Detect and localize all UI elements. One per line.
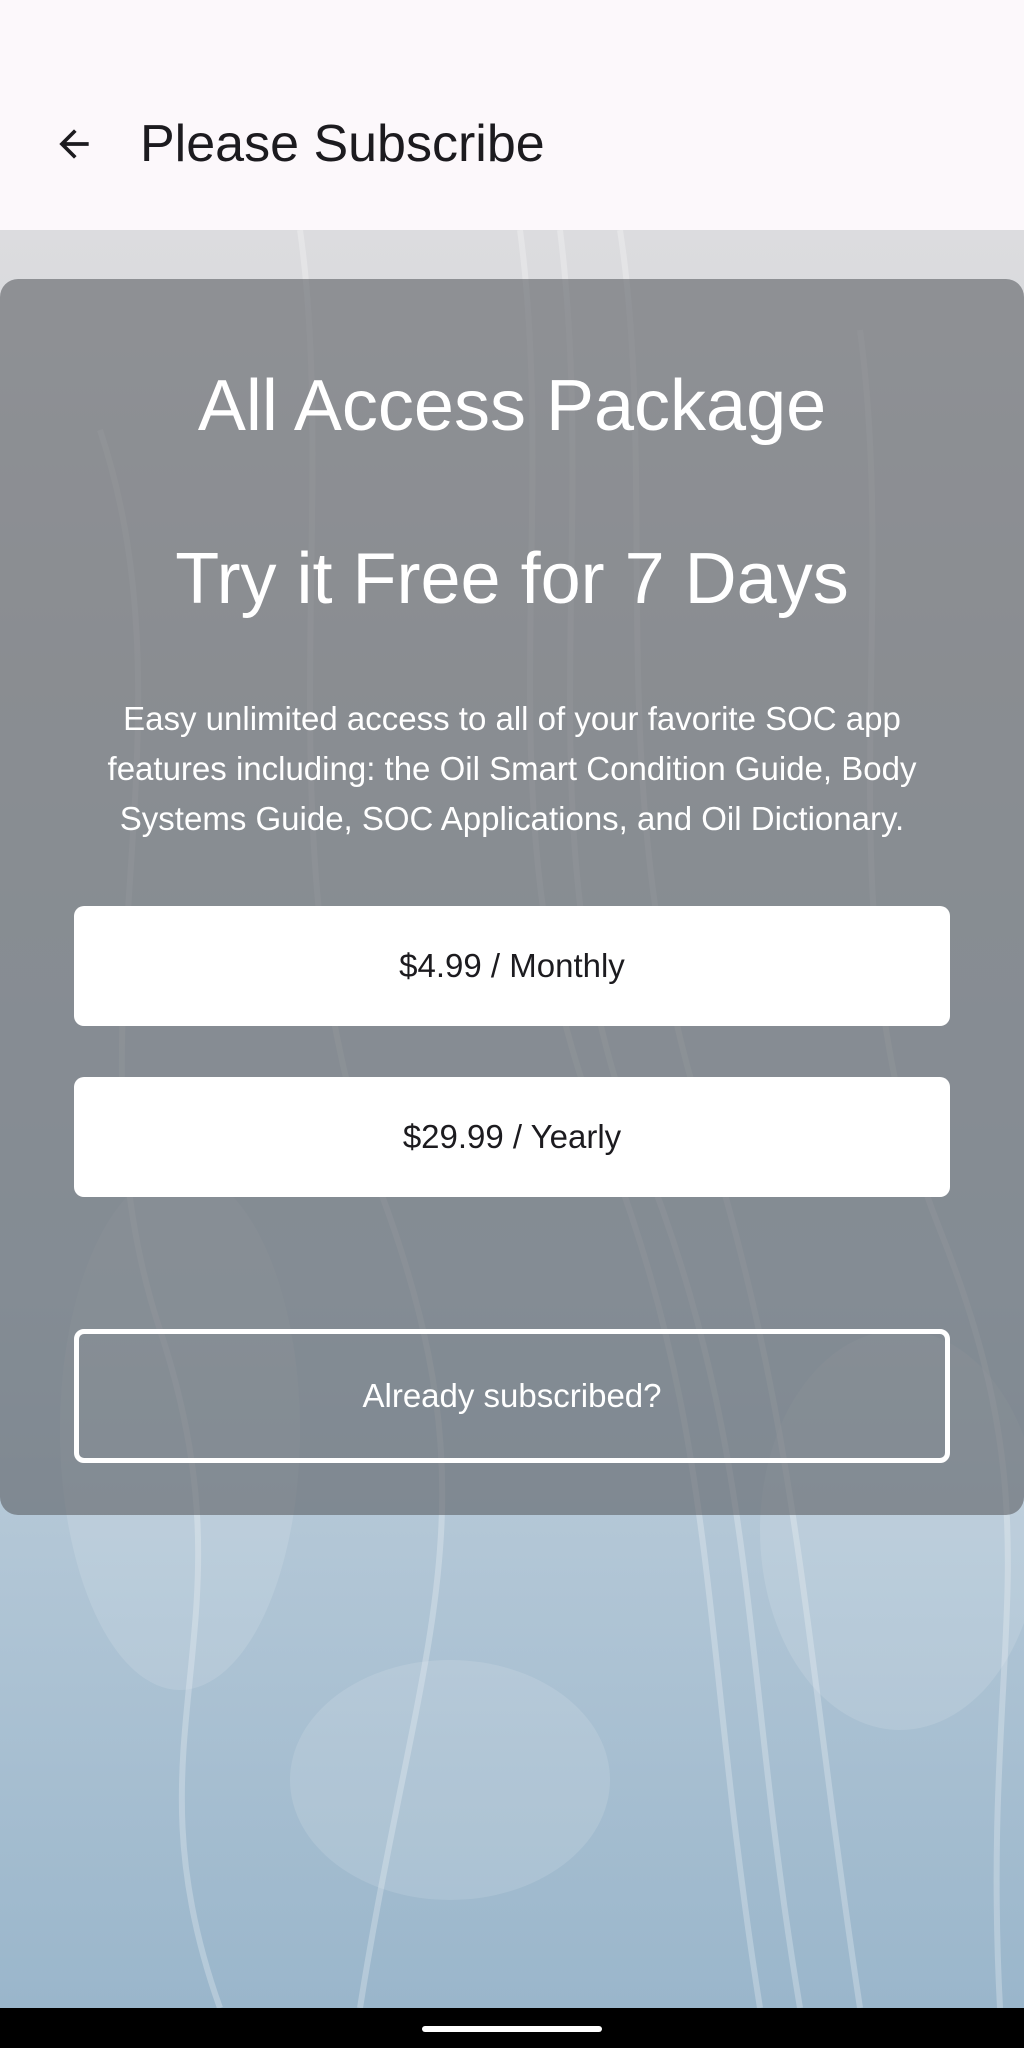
- page-title: Please Subscribe: [140, 115, 545, 173]
- top-app-bar: Please Subscribe: [0, 70, 1024, 230]
- monthly-subscription-button[interactable]: $4.99 / Monthly: [74, 906, 950, 1026]
- arrow-back-icon: [59, 129, 89, 159]
- package-title: All Access Package: [197, 366, 827, 446]
- free-trial-heading: Try it Free for 7 Days: [175, 539, 849, 619]
- subscription-card: All Access Package Try it Free for 7 Day…: [0, 279, 1024, 1515]
- system-navigation-bar: [0, 2008, 1024, 2048]
- back-button[interactable]: [44, 114, 104, 174]
- home-gesture-handle[interactable]: [422, 2026, 602, 2032]
- yearly-subscription-button[interactable]: $29.99 / Yearly: [74, 1077, 950, 1197]
- package-description: Easy unlimited access to all of your fav…: [107, 700, 917, 837]
- already-subscribed-button[interactable]: Already subscribed?: [74, 1329, 950, 1463]
- status-bar: [0, 0, 1024, 70]
- background-marble: All Access Package Try it Free for 7 Day…: [0, 230, 1024, 2008]
